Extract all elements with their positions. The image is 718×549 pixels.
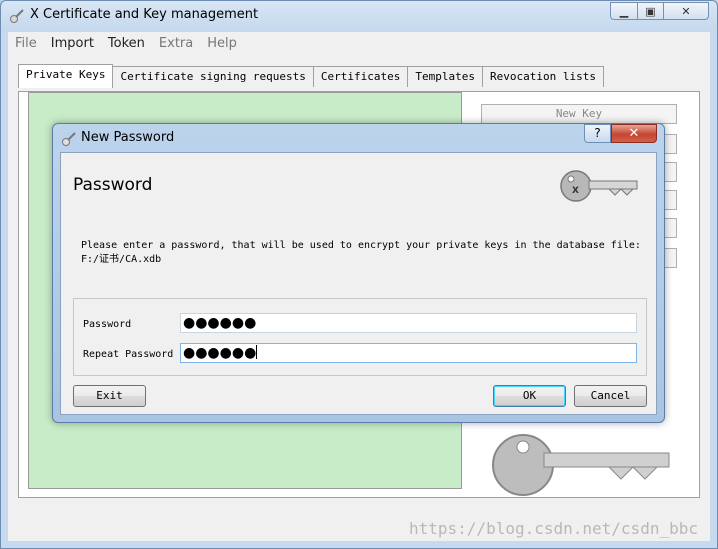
repeat-password-field[interactable]: ●●●●●● xyxy=(180,343,637,363)
menu-file[interactable]: File xyxy=(8,36,44,51)
menu-token[interactable]: Token xyxy=(101,36,152,51)
menu-import[interactable]: Import xyxy=(44,36,101,51)
repeat-password-label: Repeat Password xyxy=(83,349,174,360)
new-key-label: New Key xyxy=(555,107,603,120)
dialog-message-path: F:/证书/CA.xdb xyxy=(81,254,162,265)
dialog-header: Password X Please enter a password, that… xyxy=(61,153,656,297)
maximize-button[interactable]: ▣ xyxy=(637,2,664,20)
dialog-message: Please enter a password, that will be us… xyxy=(81,239,641,267)
tab-private-keys[interactable]: Private Keys xyxy=(18,64,114,88)
dialog-body: Password X Please enter a password, that… xyxy=(60,152,657,415)
exit-button-label: Exit xyxy=(96,389,123,402)
password-field[interactable]: ●●●●●● xyxy=(180,313,637,333)
minimize-icon: ▁ xyxy=(619,4,629,18)
dialog-key-icon xyxy=(62,132,76,146)
tab-certificates[interactable]: Certificates xyxy=(312,66,409,87)
svg-text:X: X xyxy=(572,186,579,196)
tab-bar: Private Keys Certificate signing request… xyxy=(18,64,604,88)
close-icon: ✕ xyxy=(681,4,691,18)
tab-templates[interactable]: Templates xyxy=(407,66,484,87)
watermark-text: https://blog.csdn.net/csdn_bbc xyxy=(409,519,698,538)
text-caret xyxy=(256,345,258,359)
tab-certificate-signing-requests[interactable]: Certificate signing requests xyxy=(112,66,314,87)
dialog-close-button[interactable]: ✕ xyxy=(611,124,657,143)
exit-button[interactable]: Exit xyxy=(73,385,146,407)
password-label: Password xyxy=(83,319,132,330)
close-icon: ✕ xyxy=(628,126,640,141)
help-icon: ? xyxy=(594,126,601,140)
password-value: ●●●●●● xyxy=(183,315,257,331)
app-key-icon xyxy=(10,9,24,23)
new-password-dialog: New Password ? ✕ Password X Please enter… xyxy=(52,123,665,423)
tab-revocation-lists[interactable]: Revocation lists xyxy=(482,66,604,87)
title-bar: X Certificate and Key management ▁ ▣ ✕ xyxy=(1,1,717,31)
menu-extra[interactable]: Extra xyxy=(152,36,200,51)
dialog-title: New Password xyxy=(81,130,175,145)
repeat-password-value: ●●●●●● xyxy=(183,345,257,361)
minimize-button[interactable]: ▁ xyxy=(610,2,638,20)
close-button[interactable]: ✕ xyxy=(663,2,709,20)
cancel-button-label: Cancel xyxy=(590,389,631,402)
key-logo-icon: X xyxy=(560,170,638,202)
maximize-icon: ▣ xyxy=(645,4,656,18)
new-key-button[interactable]: New Key xyxy=(481,104,677,124)
key-illustration-icon xyxy=(492,434,670,496)
ok-button-label: OK xyxy=(522,389,537,402)
ok-button[interactable]: OK xyxy=(493,385,566,407)
dialog-message-line1: Please enter a password, that will be us… xyxy=(81,240,641,251)
window-title: X Certificate and Key management xyxy=(30,7,259,22)
cancel-button[interactable]: Cancel xyxy=(574,385,647,407)
dialog-help-button[interactable]: ? xyxy=(584,124,611,143)
menu-help[interactable]: Help xyxy=(200,36,244,51)
menu-bar: File Import Token Extra Help xyxy=(8,32,710,54)
password-group: Password ●●●●●● Repeat Password ●●●●●● xyxy=(73,298,647,376)
dialog-heading: Password xyxy=(73,175,153,195)
